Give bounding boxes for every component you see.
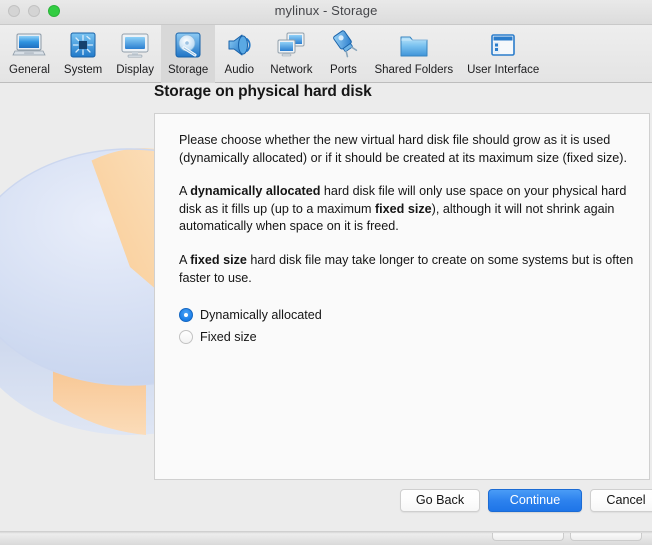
title-bar: mylinux - Storage <box>0 0 652 25</box>
description-paragraph-2: A dynamically allocated hard disk file w… <box>179 183 635 236</box>
continue-button[interactable]: Continue <box>488 489 582 512</box>
p3-part-2-bold: fixed size <box>190 252 247 267</box>
toolbar-item-system[interactable]: System <box>57 25 109 83</box>
toolbar-label-storage: Storage <box>167 64 209 76</box>
speaker-icon <box>222 28 256 62</box>
p2-part-4-bold: fixed size <box>374 201 432 216</box>
network-icon <box>274 28 308 62</box>
toolbar-label-ports: Ports <box>330 64 357 76</box>
toolbar-label-system: System <box>63 64 103 76</box>
toolbar-item-storage[interactable]: Storage <box>160 25 216 83</box>
radio-unselected-icon[interactable] <box>179 330 193 345</box>
toolbar-item-audio[interactable]: Audio <box>215 25 263 83</box>
radio-selected-icon[interactable] <box>179 308 193 323</box>
toolbar-item-user-interface[interactable]: User Interface <box>460 25 546 83</box>
page-title: Storage on physical hard disk <box>154 83 372 100</box>
radio-option-fixed-size[interactable]: Fixed size <box>179 327 635 347</box>
toolbar-item-network[interactable]: Network <box>263 25 319 83</box>
toolbar-label-shared-folders: Shared Folders <box>374 64 454 76</box>
settings-body: Storage on physical hard disk Please cho… <box>0 83 652 533</box>
background-window-peek <box>0 533 652 545</box>
toolbar-item-display[interactable]: Display <box>109 25 161 83</box>
settings-toolbar: General System Display Storage Audio Net… <box>0 25 652 83</box>
wizard-footer: Go Back Continue Cancel <box>0 480 652 533</box>
toolbar-label-display: Display <box>116 64 154 76</box>
cancel-button[interactable]: Cancel <box>590 489 652 512</box>
window-bottom-shadow <box>0 531 652 534</box>
p2-part-2-bold: dynamically allocated <box>190 184 321 199</box>
toolbar-label-user-interface: User Interface <box>467 64 540 76</box>
paragraph-1-text: Please choose whether the new virtual ha… <box>179 133 627 165</box>
background-window-button-1[interactable] <box>492 533 564 541</box>
monitor-icon <box>118 28 152 62</box>
virtualbox-settings-window: mylinux - Storage General System Display… <box>0 0 652 533</box>
storage-type-radio-group: Dynamically allocated Fixed size <box>179 305 635 347</box>
toolbar-label-audio: Audio <box>224 64 254 76</box>
wizard-panel: Please choose whether the new virtual ha… <box>154 113 650 480</box>
toolbar-label-general: General <box>9 64 50 76</box>
harddisk-icon <box>171 28 205 62</box>
p3-part-1: A <box>179 252 191 267</box>
toolbar-item-ports[interactable]: Ports <box>319 25 367 83</box>
description-paragraph-3: A fixed size hard disk file may take lon… <box>179 252 635 287</box>
p2-part-1: A <box>179 184 191 199</box>
radio-option-dynamically-allocated[interactable]: Dynamically allocated <box>179 305 635 325</box>
toolbar-item-general[interactable]: General <box>2 25 57 83</box>
background-window-button-2[interactable] <box>570 533 642 541</box>
toolbar-item-shared-folders[interactable]: Shared Folders <box>367 25 460 83</box>
plug-icon <box>326 28 360 62</box>
window-title: mylinux - Storage <box>274 3 378 18</box>
motherboard-icon <box>66 28 100 62</box>
folder-icon <box>397 28 431 62</box>
wizard-panel-content: Please choose whether the new virtual ha… <box>179 132 635 349</box>
p3-part-3: hard disk file may take longer to create… <box>179 252 634 285</box>
screenshot-root: mylinux - Storage General System Display… <box>0 0 652 545</box>
radio-label-fixed-size: Fixed size <box>200 330 257 345</box>
go-back-button[interactable]: Go Back <box>400 489 480 512</box>
toolbar-label-network: Network <box>270 64 313 76</box>
description-paragraph-1: Please choose whether the new virtual ha… <box>179 132 635 167</box>
window-icon <box>486 28 520 62</box>
laptop-icon <box>12 28 47 62</box>
radio-label-dynamically-allocated: Dynamically allocated <box>200 308 322 323</box>
